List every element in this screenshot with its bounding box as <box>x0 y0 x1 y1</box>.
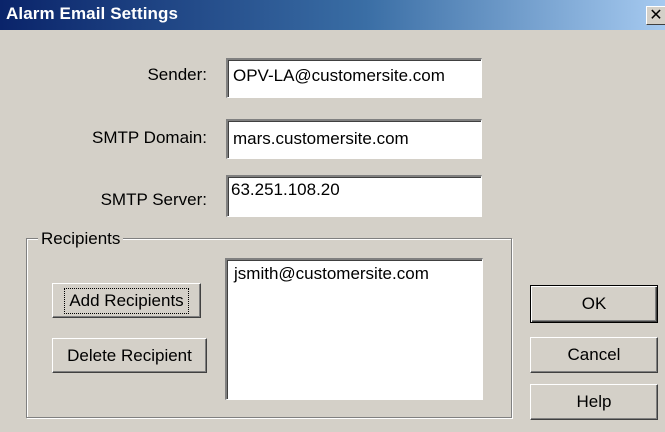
recipients-group-label: Recipients <box>38 229 124 249</box>
cancel-button[interactable]: Cancel <box>530 337 658 373</box>
cancel-label: Cancel <box>567 345 621 364</box>
recipients-list[interactable]: jsmith@customersite.com <box>225 258 483 400</box>
window-title: Alarm Email Settings <box>6 4 179 23</box>
alarm-email-settings-dialog: Alarm Email Settings ✕ Sender: OPV-LA@cu… <box>0 0 665 432</box>
close-icon: ✕ <box>649 6 663 24</box>
add-recipients-label: Add Recipients <box>64 287 189 314</box>
sender-label: Sender: <box>147 65 207 84</box>
list-item[interactable]: jsmith@customersite.com <box>234 264 475 284</box>
help-button[interactable]: Help <box>530 384 658 420</box>
delete-recipient-button[interactable]: Delete Recipient <box>52 338 207 373</box>
add-recipients-button[interactable]: Add Recipients <box>52 283 201 318</box>
ok-button[interactable]: OK <box>530 285 658 323</box>
ok-label: OK <box>581 294 607 313</box>
title-bar[interactable]: Alarm Email Settings ✕ <box>0 0 665 30</box>
delete-recipient-label: Delete Recipient <box>67 345 192 365</box>
smtp-server-input[interactable]: 63.251.108.20 <box>226 175 482 217</box>
smtp-server-label: SMTP Server: <box>100 190 207 209</box>
close-button[interactable]: ✕ <box>646 6 665 25</box>
help-label: Help <box>576 392 612 411</box>
smtp-domain-input[interactable]: mars.customersite.com <box>226 119 482 159</box>
smtp-domain-label: SMTP Domain: <box>92 128 207 147</box>
sender-input[interactable]: OPV-LA@customersite.com <box>226 58 482 98</box>
